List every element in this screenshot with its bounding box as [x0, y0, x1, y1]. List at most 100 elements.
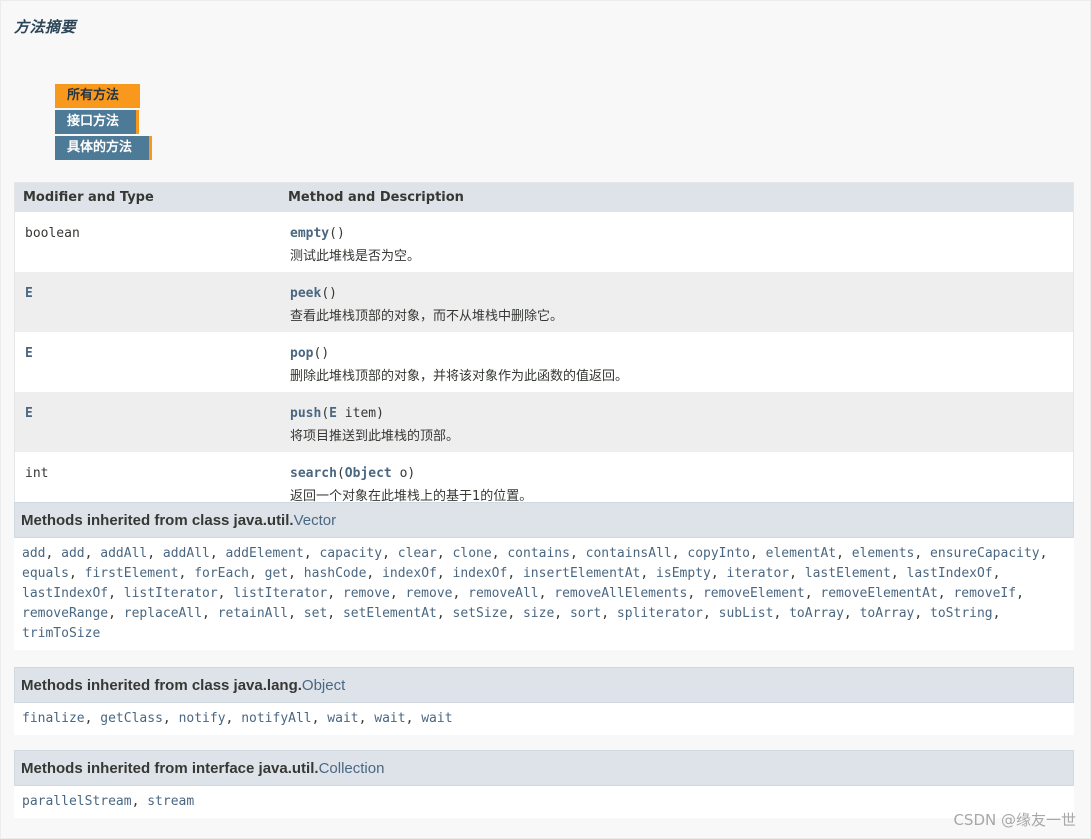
inherited-method-link[interactable]: set — [304, 606, 327, 621]
separator: , — [750, 546, 766, 561]
inherited-method-link[interactable]: add — [61, 546, 84, 561]
inherited-method-link[interactable]: wait — [327, 711, 358, 726]
separator: , — [217, 586, 234, 601]
param-type-link[interactable]: Object — [345, 466, 392, 481]
inherited-method-link[interactable]: containsAll — [586, 546, 672, 561]
inherited-method-link[interactable]: subList — [719, 606, 774, 621]
tab-all-methods[interactable]: 所有方法 — [55, 84, 140, 108]
separator: , — [554, 606, 570, 621]
separator: , — [703, 606, 719, 621]
watermark: CSDN @缘友一世 — [953, 811, 1076, 829]
inherited-method-link[interactable]: contains — [507, 546, 570, 561]
inherited-class-link[interactable]: Vector — [294, 512, 337, 529]
inherited-method-link[interactable]: firstElement — [85, 566, 179, 581]
inherited-method-link[interactable]: toArray — [860, 606, 915, 621]
inherited-class-link[interactable]: Collection — [319, 760, 385, 777]
inherited-method-link[interactable]: remove — [406, 586, 453, 601]
inherited-method-link[interactable]: removeIf — [953, 586, 1016, 601]
return-type[interactable]: E — [25, 406, 33, 421]
tab-interface-methods[interactable]: 接口方法 — [55, 110, 139, 134]
inherited-method-link[interactable]: getClass — [100, 711, 163, 726]
inherited-heading: Methods inherited from class java.util.V… — [14, 502, 1074, 538]
separator: , — [162, 711, 179, 726]
inherited-method-link[interactable]: isEmpty — [656, 566, 711, 581]
inherited-method-link[interactable]: removeElementAt — [820, 586, 937, 601]
separator: , — [147, 546, 163, 561]
separator: , — [1016, 586, 1024, 601]
method-name-link[interactable]: empty — [290, 226, 329, 241]
inherited-method-link[interactable]: addAll — [163, 546, 210, 561]
inherited-method-link[interactable]: addAll — [100, 546, 147, 561]
inherited-method-link[interactable]: lastIndexOf — [907, 566, 993, 581]
inherited-method-link[interactable]: get — [265, 566, 288, 581]
inherited-method-link[interactable]: copyInto — [687, 546, 750, 561]
inherited-method-link[interactable]: sort — [570, 606, 601, 621]
separator: , — [436, 546, 453, 561]
inherited-method-link[interactable]: lastElement — [805, 566, 891, 581]
inherited-method-link[interactable]: trimToSize — [22, 626, 100, 641]
inherited-method-link[interactable]: wait — [374, 711, 405, 726]
inherited-method-link[interactable]: insertElementAt — [523, 566, 640, 581]
params-rest: ) — [321, 346, 330, 361]
inherited-method-link[interactable]: toString — [930, 606, 993, 621]
inherited-method-link[interactable]: lastIndexOf — [22, 586, 108, 601]
inherited-method-link[interactable]: clone — [453, 546, 492, 561]
inherited-method-link[interactable]: setSize — [453, 606, 508, 621]
separator: , — [601, 606, 617, 621]
params-rest: item) — [336, 406, 384, 421]
separator: , — [569, 546, 586, 561]
separator: , — [68, 566, 85, 581]
inherited-method-link[interactable]: setElementAt — [343, 606, 437, 621]
params-open: ( — [329, 226, 337, 241]
table-row: Epush(E item) 将项目推送到此堆栈的顶部。 — [14, 392, 1074, 452]
method-name-link[interactable]: pop — [290, 346, 313, 361]
inherited-method-link[interactable]: removeRange — [22, 606, 108, 621]
return-type[interactable]: E — [25, 286, 33, 301]
method-description: 测试此堆栈是否为空。 — [290, 249, 421, 264]
return-type[interactable]: E — [25, 346, 33, 361]
inherited-method-link[interactable]: clear — [398, 546, 437, 561]
inherited-method-link[interactable]: elementAt — [766, 546, 836, 561]
inherited-method-link[interactable]: addElement — [226, 546, 304, 561]
inherited-method-link[interactable]: removeAllElements — [554, 586, 687, 601]
inherited-methods-block: Methods inherited from interface java.ut… — [14, 750, 1074, 818]
inherited-method-link[interactable]: indexOf — [453, 566, 508, 581]
inherited-method-link[interactable]: spliterator — [617, 606, 703, 621]
inherited-heading-prefix: Methods inherited from class java.lang. — [21, 677, 302, 694]
inherited-method-link[interactable]: remove — [343, 586, 390, 601]
inherited-method-link[interactable]: wait — [421, 711, 452, 726]
separator: , — [178, 566, 195, 581]
inherited-method-link[interactable]: listIterator — [124, 586, 218, 601]
inherited-method-link[interactable]: replaceAll — [124, 606, 202, 621]
inherited-method-link[interactable]: hashCode — [304, 566, 367, 581]
method-name-link[interactable]: peek — [290, 286, 321, 301]
inherited-method-link[interactable]: forEach — [194, 566, 249, 581]
tab-concrete-methods[interactable]: 具体的方法 — [55, 136, 152, 160]
inherited-method-link[interactable]: listIterator — [233, 586, 327, 601]
inherited-method-link[interactable]: add — [22, 546, 45, 561]
inherited-method-link[interactable]: stream — [147, 794, 194, 809]
method-name-link[interactable]: search — [290, 466, 337, 481]
separator: , — [202, 606, 218, 621]
inherited-method-link[interactable]: retainAll — [218, 606, 288, 621]
inherited-method-link[interactable]: size — [523, 606, 554, 621]
inherited-method-link[interactable]: toArray — [789, 606, 844, 621]
modifier-type-cell: E — [14, 332, 280, 392]
inherited-method-link[interactable]: removeAll — [468, 586, 538, 601]
inherited-method-link[interactable]: equals — [22, 566, 69, 581]
inherited-method-link[interactable]: notifyAll — [241, 711, 311, 726]
inherited-method-link[interactable]: removeElement — [703, 586, 805, 601]
inherited-method-link[interactable]: elements — [852, 546, 915, 561]
modifier-type-cell: boolean — [14, 212, 280, 272]
inherited-method-link[interactable]: iterator — [727, 566, 790, 581]
inherited-method-link[interactable]: ensureCapacity — [930, 546, 1040, 561]
inherited-method-link[interactable]: indexOf — [382, 566, 437, 581]
inherited-method-link[interactable]: capacity — [319, 546, 382, 561]
separator: , — [405, 711, 422, 726]
method-name-link[interactable]: push — [290, 406, 321, 421]
param-type-link[interactable]: E — [329, 406, 337, 421]
inherited-method-link[interactable]: parallelStream — [22, 794, 132, 809]
inherited-method-link[interactable]: finalize — [22, 711, 85, 726]
inherited-class-link[interactable]: Object — [302, 677, 345, 694]
inherited-method-link[interactable]: notify — [179, 711, 226, 726]
